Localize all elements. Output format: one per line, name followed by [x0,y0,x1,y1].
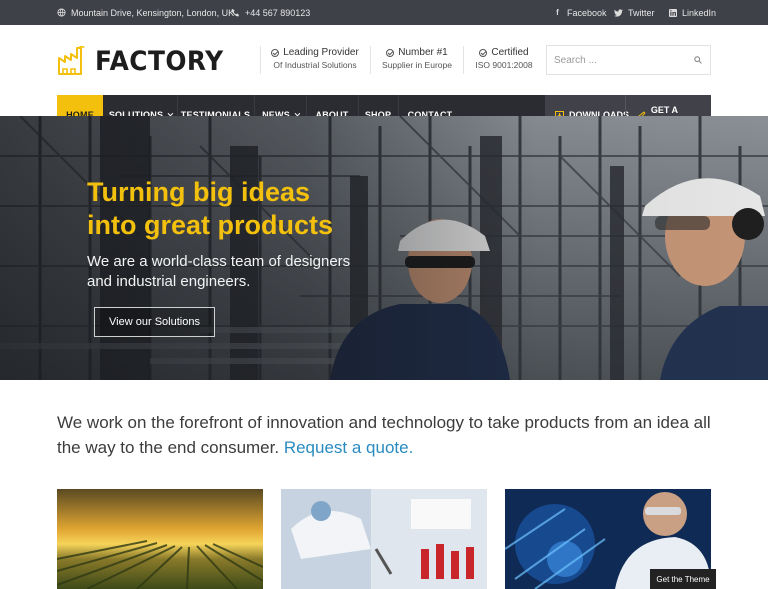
globe-icon [57,8,66,17]
vineyard-image [57,489,263,589]
phone-text: +44 567 890123 [245,7,311,18]
feature-leading-provider: Leading Provider Of Industrial Solutions [260,46,370,72]
logo-text: FACTORY [95,45,224,77]
search-icon[interactable] [694,56,702,64]
linkedin-icon [668,8,677,17]
site-header: FACTORY Leading Provider Of Industrial S… [0,25,768,95]
phone-icon [231,8,240,17]
linkedin-label: LinkedIn [682,7,717,18]
check-circle-icon [271,48,280,57]
factory-logo-icon [58,46,85,75]
hero-headline: Turning big ideas into great products [87,176,387,242]
laboratory-image [281,489,487,589]
address-item: Mountain Drive, Kensington, London, UK [57,0,234,25]
search-box [546,45,711,75]
feature-title: Number #1 [398,47,448,58]
hero-subtitle-line-1: We are a world-class team of designers [87,253,351,270]
feature-title: Certified [491,47,529,58]
address-text: Mountain Drive, Kensington, London, UK [71,7,235,18]
hero-subtitle: We are a world-class team of designers a… [87,252,387,292]
search-input[interactable] [547,54,687,66]
facebook-icon: f [556,8,559,17]
facebook-link[interactable]: f Facebook [553,0,607,25]
check-circle-icon [479,48,488,57]
hero-subtitle-line-2: and industrial engineers. [87,273,251,290]
intro-paragraph: We work on the forefront of innovation a… [57,410,717,460]
top-info-bar: Mountain Drive, Kensington, London, UK +… [0,0,768,25]
hero-headline-line-1: Turning big ideas [87,177,311,207]
hero-banner: Turning big ideas into great products We… [0,116,768,380]
check-circle-icon [386,48,395,57]
site-logo[interactable]: FACTORY [57,45,235,77]
feature-subtitle: ISO 9001:2008 [475,60,533,70]
get-the-theme-badge[interactable]: Get the Theme [650,569,716,589]
twitter-icon [614,8,623,17]
twitter-link[interactable]: Twitter [614,0,655,25]
linkedin-link[interactable]: LinkedIn [668,0,716,25]
facebook-label: Facebook [567,7,607,18]
feature-certified: Certified ISO 9001:2008 [449,46,559,72]
card-image-vineyard[interactable] [57,489,263,589]
hero-headline-line-2: into great products [87,210,334,240]
view-solutions-button[interactable]: View our Solutions [94,307,215,337]
feature-subtitle: Of Industrial Solutions [273,60,357,70]
request-quote-link[interactable]: Request a quote. [284,438,413,457]
hero-overlay [0,116,768,380]
phone-item[interactable]: +44 567 890123 [231,0,310,25]
feature-title: Leading Provider [283,47,359,58]
card-image-laboratory[interactable] [281,489,487,589]
twitter-label: Twitter [628,7,655,18]
